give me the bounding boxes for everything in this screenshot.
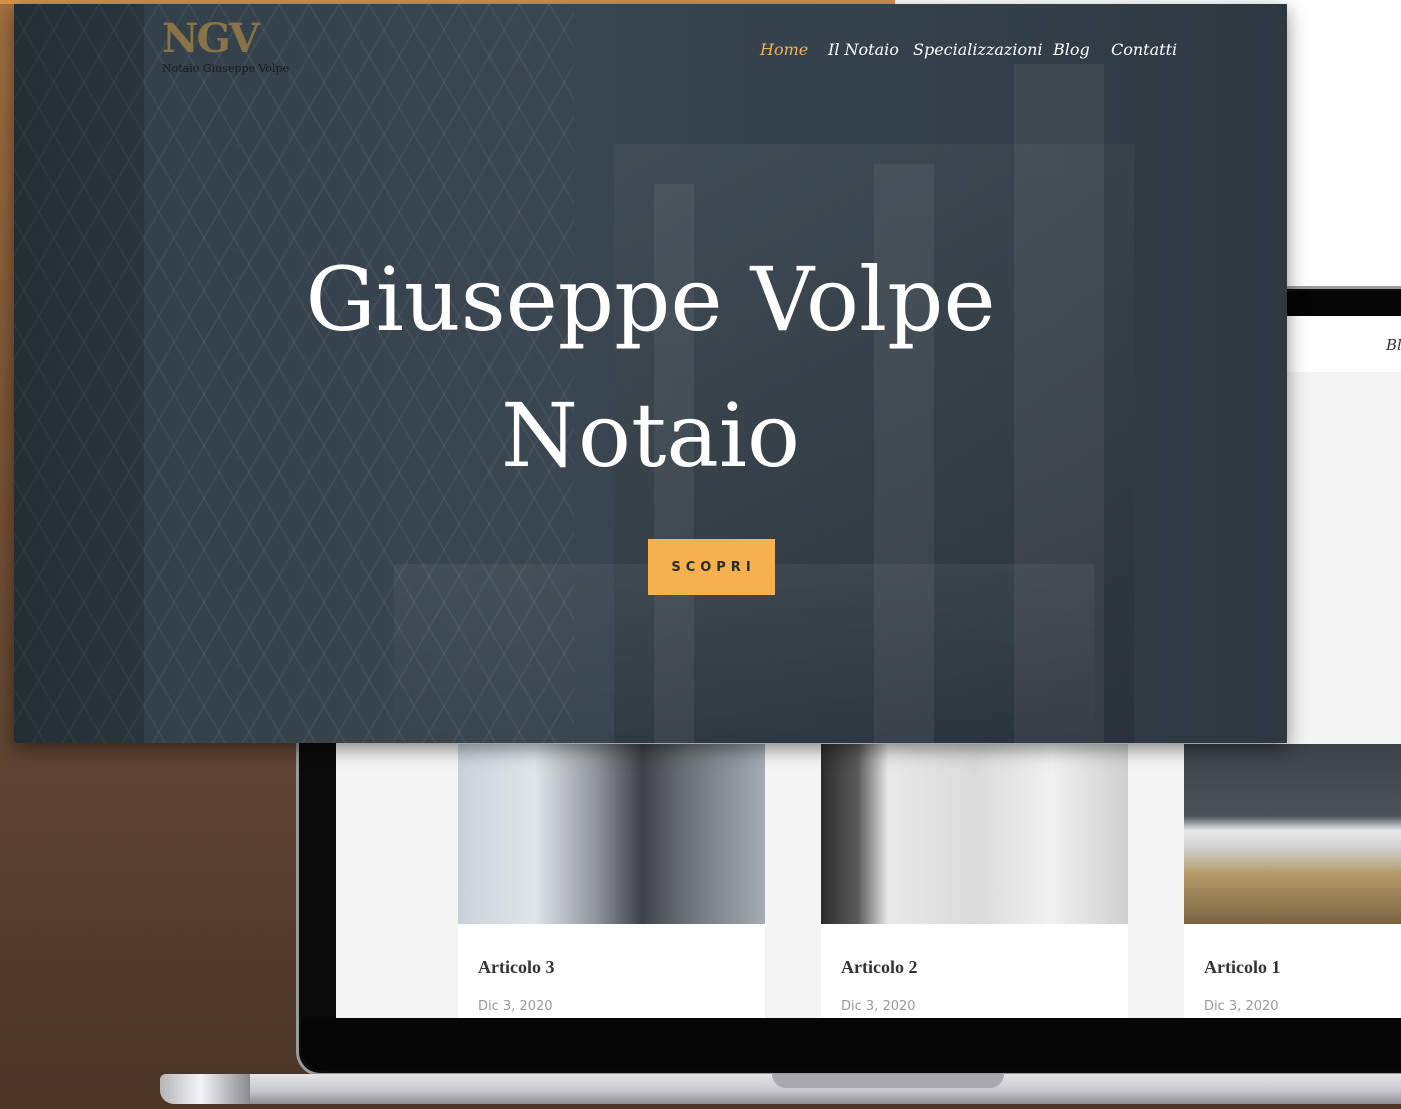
article-title[interactable]: Articolo 1 (1204, 957, 1280, 978)
article-card[interactable]: Articolo 3 Dic 3, 2020 (458, 744, 765, 1018)
nav-item-blog[interactable]: Blog (1053, 40, 1090, 59)
nav-item-specializzazioni[interactable]: Specializzazioni (913, 40, 1043, 59)
nav-item-il-notaio[interactable]: Il Notaio (828, 40, 899, 59)
hero-title: Giuseppe Volpe Notaio (14, 232, 1287, 504)
laptop-bezel (302, 1018, 1401, 1070)
article-image[interactable] (1184, 744, 1401, 924)
article-image[interactable] (458, 744, 765, 924)
nav-item-contatti[interactable]: Contatti (1111, 40, 1177, 59)
hero-title-line: Notaio (501, 384, 800, 487)
article-image[interactable] (821, 744, 1128, 924)
logo-mark: NGV (162, 15, 260, 62)
logo-subtitle: Notaio Giuseppe Volpe (162, 62, 290, 75)
article-date: Dic 3, 2020 (1204, 999, 1279, 1014)
article-title[interactable]: Articolo 3 (478, 957, 554, 978)
site-logo[interactable]: NGV Notaio Giuseppe Volpe (162, 15, 290, 78)
article-card[interactable]: Articolo 1 Dic 3, 2020 (1184, 744, 1401, 1018)
laptop-notch (772, 1074, 1004, 1088)
article-card[interactable]: Articolo 2 Dic 3, 2020 (821, 744, 1128, 1018)
nav-item-home[interactable]: Home (760, 40, 808, 59)
article-date: Dic 3, 2020 (478, 999, 553, 1014)
article-title[interactable]: Articolo 2 (841, 957, 917, 978)
article-date: Dic 3, 2020 (841, 999, 916, 1014)
scopri-button[interactable]: SCOPRI (648, 539, 775, 595)
laptop-base-highlight (160, 1074, 250, 1104)
hero-section: NGV Notaio Giuseppe Volpe Home Il Notaio… (14, 4, 1287, 743)
laptop-nav-item-blog[interactable]: Bl (1386, 336, 1401, 354)
hero-title-line: Giuseppe Volpe (305, 248, 996, 351)
